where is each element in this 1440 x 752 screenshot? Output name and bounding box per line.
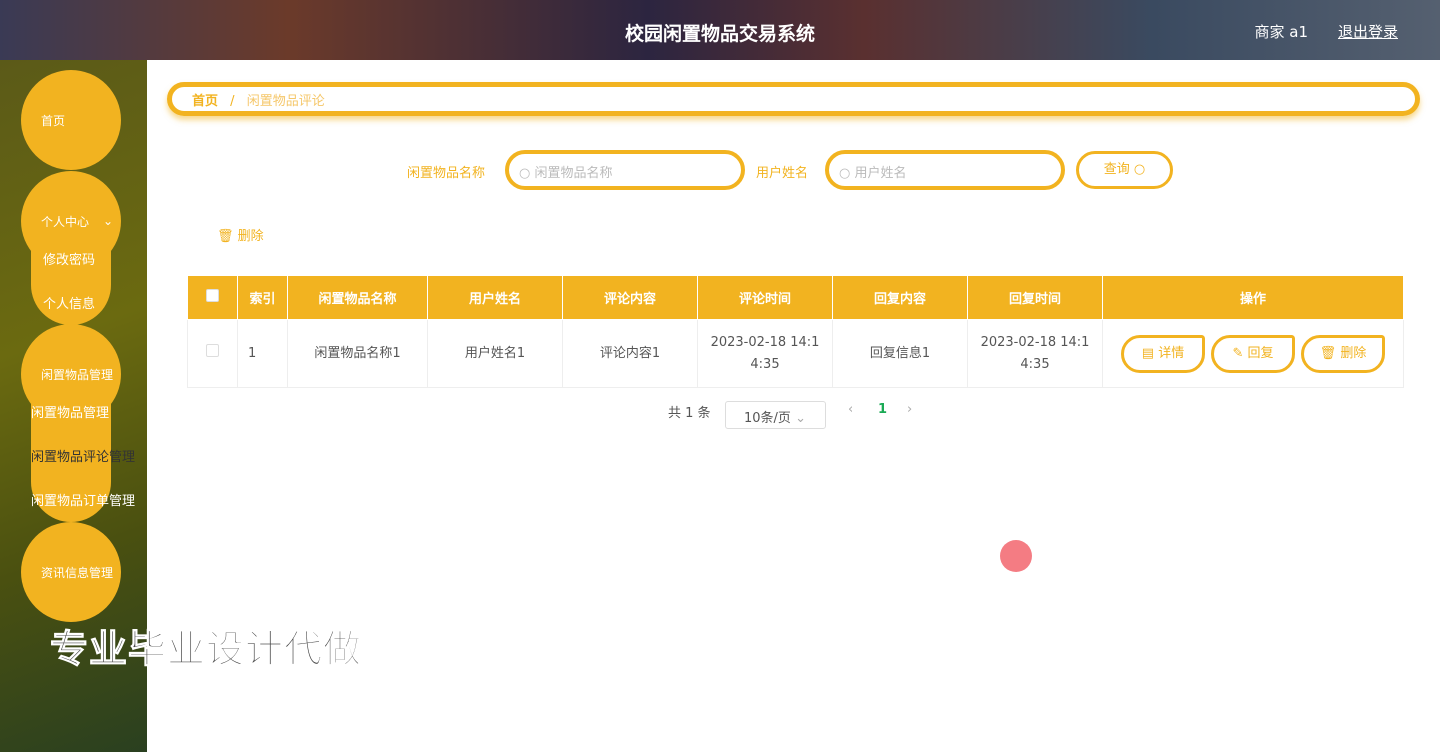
header: 校园闲置物品交易系统 商家 a1 退出登录 [0,0,1440,60]
placeholder: 用户姓名 [854,166,907,181]
sidebar-item-goods-manage[interactable]: 闲置物品管理 [31,402,109,421]
cursor-indicator [1000,540,1032,572]
cell-user: 用户姓名1 [427,319,563,388]
reply-button[interactable]: ✎ 回复 [1211,334,1295,373]
cell-reply-time: 2023-02-18 14:14:35 [967,319,1103,388]
chevron-down-icon: ⌄ [795,411,806,426]
sidebar-item-goods-order[interactable]: 闲置物品订单管理 [31,490,135,509]
cell-name: 闲置物品名称1 [287,319,428,388]
search-icon: ○ [519,166,531,181]
goods-name-input[interactable]: ○ 闲置物品名称 [505,150,745,190]
breadcrumb: 首页 / 闲置物品评论 [167,82,1420,116]
sidebar-label: 个人中心 [41,214,90,229]
user-name-label: 用户姓名 [756,166,809,181]
col-header: 评论时间 [697,275,833,320]
cell-reply: 回复信息1 [832,319,968,388]
delete-button[interactable]: 🗑 删除 [1301,334,1385,373]
row-checkbox[interactable] [206,343,219,357]
sidebar-item-change-password[interactable]: 修改密码 [43,249,95,268]
trash-icon: 🗑 [217,229,234,244]
query-button[interactable]: 查询 ○ [1076,151,1173,189]
col-header: 操作 [1102,275,1404,320]
trash-icon: 🗑 [1319,345,1337,361]
select-all-checkbox[interactable] [206,289,219,302]
page-size-value: 10条/页 [744,411,791,426]
page-size-select[interactable]: 10条/页 ⌄ [725,401,826,429]
cell-actions: ▤ 详情 ✎ 回复 🗑 删除 [1102,319,1404,388]
sidebar-item-news[interactable]: 资讯信息管理 [21,522,121,622]
col-header: 回复时间 [967,275,1103,320]
search-icon: ○ [1133,162,1146,177]
query-label: 查询 [1103,162,1130,177]
app-title: 校园闲置物品交易系统 [624,23,815,45]
user-label: 商家 a1 [1254,23,1308,41]
search-icon: ○ [839,166,851,181]
col-header: 索引 [237,275,288,320]
select-all-cell [187,275,238,320]
delete-label: 删除 [237,229,264,244]
col-header: 评论内容 [562,275,698,320]
row-select-cell [187,319,238,388]
comments-table: 索引 闲置物品名称 用户姓名 评论内容 评论时间 回复内容 回复时间 操作 1 … [187,275,1404,388]
sidebar-item-goods-comment[interactable]: 闲置物品评论管理 [31,446,135,465]
delete-label: 删除 [1340,345,1367,361]
cell-index: 1 [237,319,288,388]
user-name-input[interactable]: ○ 用户姓名 [825,150,1065,190]
document-icon: ▤ [1141,345,1155,361]
col-header: 闲置物品名称 [287,275,428,320]
pagination-total: 共 1 条 [668,406,711,421]
reply-label: 回复 [1247,345,1274,361]
batch-delete-button[interactable]: 🗑 删除 [217,225,264,244]
detail-button[interactable]: ▤ 详情 [1121,334,1205,373]
logout-link[interactable]: 退出登录 [1338,21,1398,42]
sidebar-item-personal-info[interactable]: 个人信息 [43,293,95,312]
col-header: 用户姓名 [427,275,563,320]
edit-icon: ✎ [1232,345,1244,361]
breadcrumb-current: 闲置物品评论 [246,94,325,109]
cell-comment: 评论内容1 [562,319,698,388]
breadcrumb-home[interactable]: 首页 [192,94,218,109]
detail-label: 详情 [1158,345,1185,361]
cell-comment-time: 2023-02-18 14:14:35 [697,319,833,388]
breadcrumb-separator: / [230,94,235,109]
page-1[interactable]: 1 [878,402,887,417]
next-page-button[interactable]: › [907,402,912,417]
chevron-down-icon: ⌄ [103,214,114,228]
goods-name-label: 闲置物品名称 [407,166,486,181]
table-row: 1 闲置物品名称1 用户姓名1 评论内容1 2023-02-18 14:14:3… [187,319,1404,388]
placeholder: 闲置物品名称 [534,166,613,181]
watermark: 专业毕业设计代做 [49,627,363,672]
prev-page-button[interactable]: ‹ [848,402,853,417]
col-header: 回复内容 [832,275,968,320]
sidebar-item-home[interactable]: 首页 [21,70,121,170]
